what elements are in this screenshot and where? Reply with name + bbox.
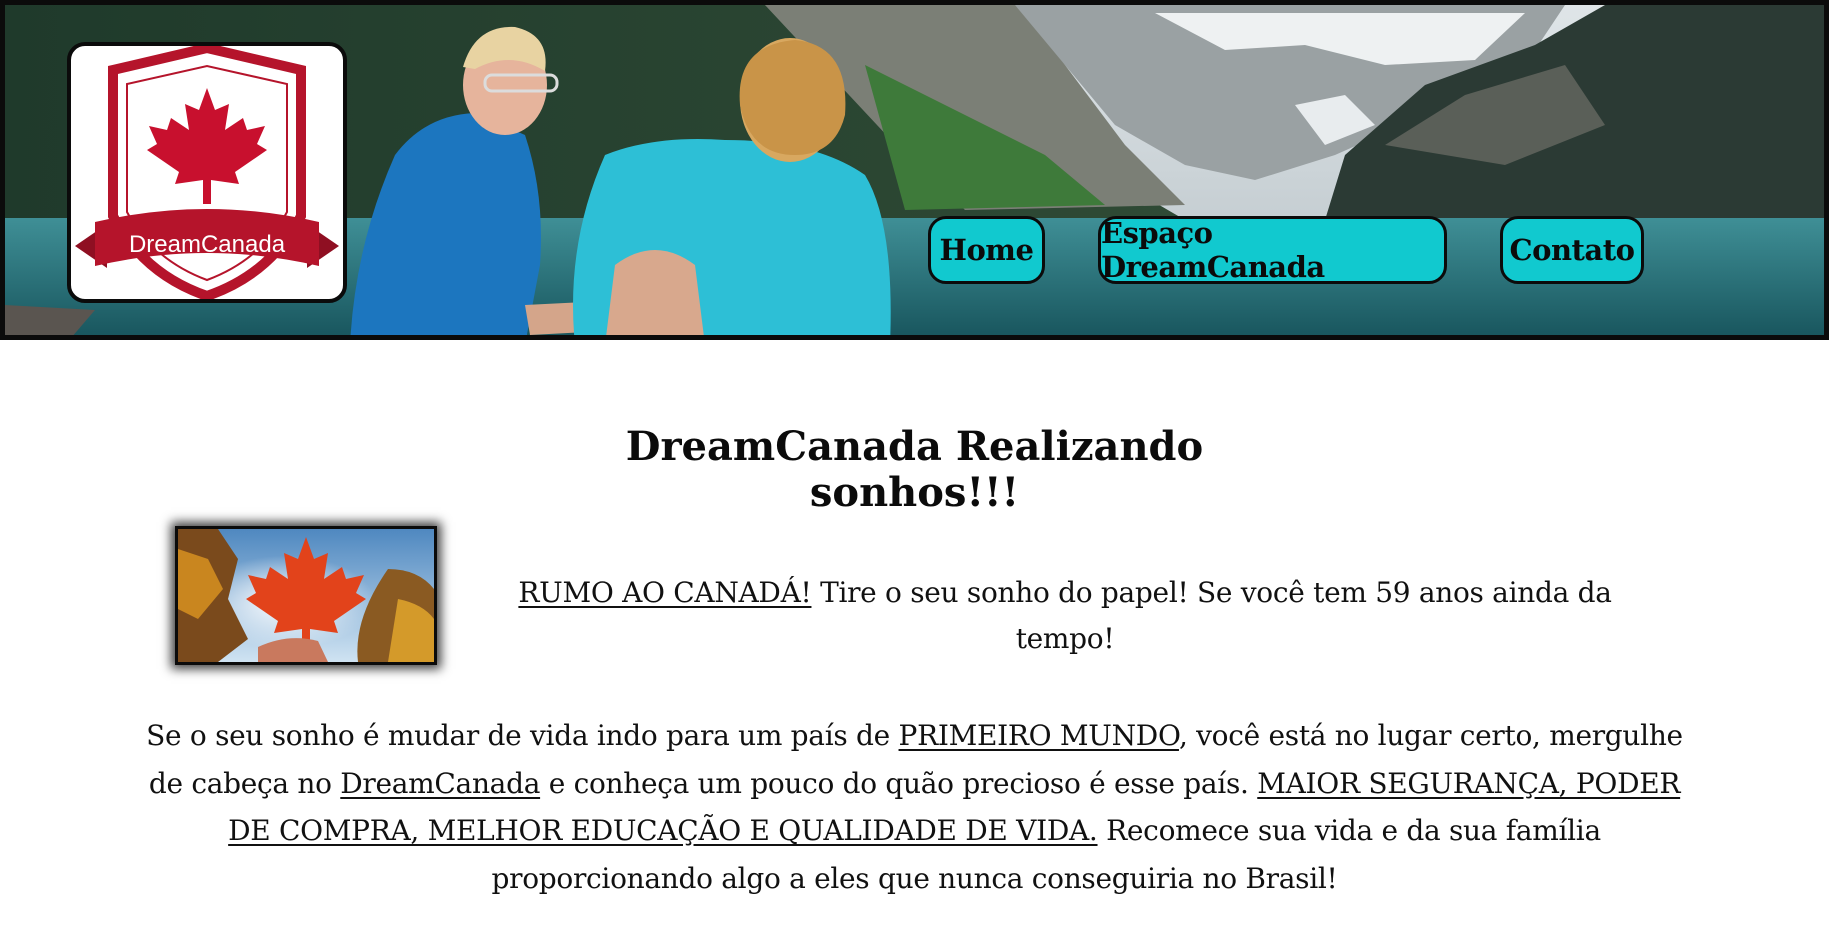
maple-leaf-photo-image [178,529,434,662]
primeiro-mundo-link[interactable]: PRIMEIRO MUNDO [899,719,1180,752]
nav-home-button[interactable]: Home [928,216,1045,284]
nav-contato-button[interactable]: Contato [1500,216,1644,284]
paragraph-text-1: Se o seu sonho é mudar de vida indo para… [146,719,899,752]
paragraph-text-3: e conheça um pouco do quão precioso é es… [540,766,1258,800]
page-title: DreamCanada Realizando sonhos!!! [0,424,1829,516]
rumo-ao-canada-link[interactable]: RUMO AO CANADÁ! [518,576,811,609]
intro-text: RUMO AO CANADÁ! Tire o seu sonho do pape… [465,570,1665,662]
shield-icon [75,46,339,299]
page-title-line-1: DreamCanada Realizando [625,423,1204,470]
intro-body-text: Tire o seu sonho do papel! Se você tem 5… [811,576,1612,655]
hero-banner: DreamCanada Home Espaço DreamCanada Cont… [0,0,1829,340]
logo[interactable]: DreamCanada [67,42,347,303]
logo-text: DreamCanada [128,231,286,258]
page-title-line-2: sonhos!!! [809,469,1020,516]
nav-espaco-dreamcanada-button[interactable]: Espaço DreamCanada [1098,216,1447,284]
description-paragraph: Se o seu sonho é mudar de vida indo para… [145,712,1684,902]
maple-leaf-photo [175,526,437,665]
dreamcanada-link[interactable]: DreamCanada [340,767,540,800]
